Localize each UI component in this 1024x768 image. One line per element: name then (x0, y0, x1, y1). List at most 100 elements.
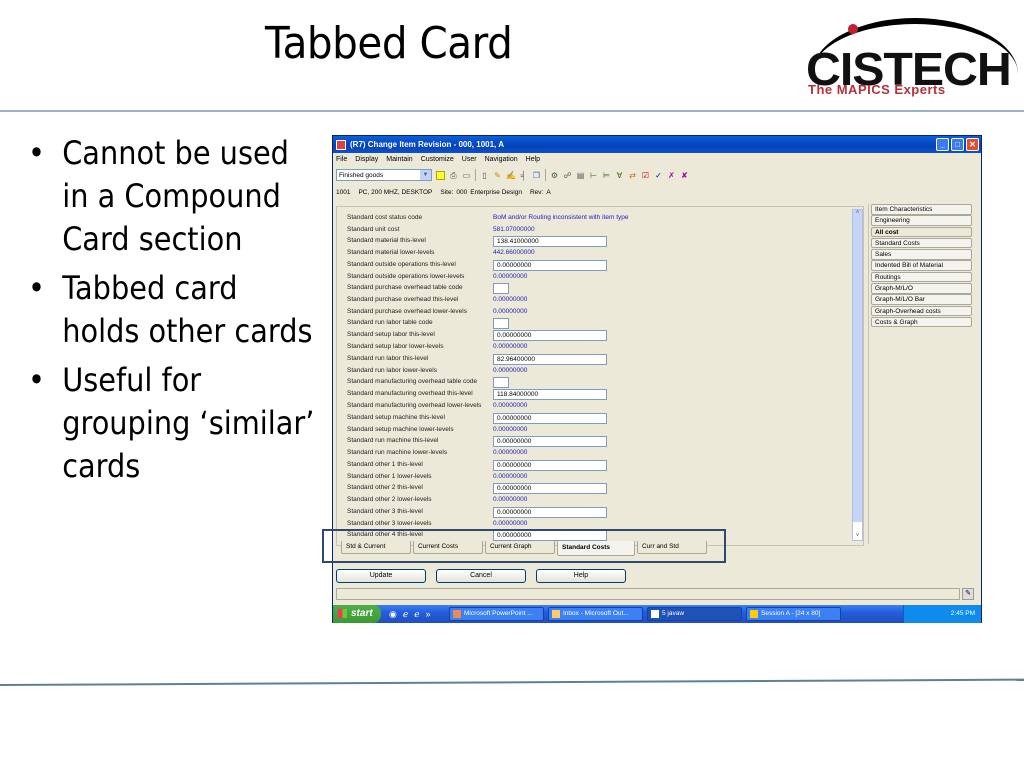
field-value: 0.00000000 (493, 472, 528, 480)
menu-navigation[interactable]: Navigation (485, 156, 518, 163)
slide-title: Tabbed Card (265, 18, 513, 69)
cost-input[interactable]: 118.84000000 (493, 389, 607, 400)
side-tab[interactable]: Routings (871, 271, 972, 283)
side-tab[interactable]: Sales (871, 249, 972, 260)
bullet-item: Useful for grouping ‘similar’ cards (28, 359, 316, 488)
field-label: Standard setup machine this-level (347, 413, 445, 421)
table-code-input[interactable] (493, 377, 509, 388)
field-value: 0.00000000 (493, 519, 528, 527)
maximize-button[interactable]: □ (951, 138, 964, 151)
task-outlook[interactable]: Inbox - Microsoft Out... (548, 607, 643, 621)
form-row: Standard other 2 lower-levels 0.00000000 (347, 495, 847, 507)
terminal-icon (750, 610, 758, 618)
edit-list-icon[interactable]: ✍ (506, 171, 516, 180)
field-label: Standard material this-level (347, 237, 426, 244)
cost-input[interactable]: 0.00000000 (493, 436, 607, 447)
routing-icon[interactable]: ⇄ (628, 171, 637, 180)
form-row: Standard cost status code BoM and/or Rout… (347, 213, 847, 225)
field-value: 0.00000000 (493, 307, 528, 315)
side-tab[interactable]: Graph-M/L/O (871, 283, 972, 294)
cost-input[interactable]: 0.00000000 (493, 412, 607, 424)
side-tab[interactable]: All cost (871, 226, 972, 238)
field-label: Standard run labor table code (347, 319, 433, 326)
cost-input[interactable]: 0.00000000 (493, 459, 607, 471)
menu-maintain[interactable]: Maintain (386, 156, 412, 163)
copy-icon[interactable]: ❐ (532, 171, 541, 180)
field-value: 0.00000000 (493, 366, 528, 374)
close-button[interactable]: ✕ (966, 138, 979, 151)
tools-icon[interactable]: ╡ (519, 171, 528, 180)
field-label: Standard material lower-levels (347, 249, 435, 256)
side-tab[interactable]: Standard Costs (871, 237, 972, 249)
structure-icon[interactable]: ▤ (576, 171, 585, 180)
note-icon[interactable] (436, 170, 445, 180)
query-icon[interactable]: ⚙ (550, 171, 559, 180)
menu-help[interactable]: Help (526, 156, 540, 163)
start-button[interactable]: start (333, 605, 381, 623)
field-label: Standard other 2 lower-levels (347, 496, 432, 503)
browser-icon[interactable]: ℯ (414, 609, 419, 620)
menu-user[interactable]: User (462, 156, 477, 163)
tree2-icon[interactable]: ⊨ (602, 171, 611, 180)
cost-input[interactable]: 0.00000000 (493, 506, 607, 518)
field-label: Standard purchase overhead table code (347, 284, 463, 291)
cost-input[interactable]: 0.00000000 (493, 483, 607, 494)
new-icon[interactable]: ▯ (480, 171, 489, 180)
check1-icon[interactable]: ☑ (641, 171, 650, 180)
form-row: Standard outside operations lower-levels… (347, 272, 847, 284)
field-label: Standard setup labor lower-levels (347, 343, 444, 350)
bullet-item: Cannot be used in a Compound Card sectio… (28, 132, 316, 261)
vertical-scrollbar[interactable]: ˄ ˅ (852, 209, 863, 541)
chevron-right-icon[interactable]: » (426, 609, 431, 620)
task-javaw[interactable]: 5 javaw (647, 607, 742, 621)
field-value: 0.00000000 (493, 402, 528, 409)
side-tab[interactable]: Indented Bill of Material (871, 260, 972, 271)
tree-icon[interactable]: ⊢ (589, 171, 598, 180)
side-tab[interactable]: Graph-Overhead costs (871, 305, 972, 317)
scroll-down-icon[interactable]: ˅ (853, 522, 862, 540)
help-button[interactable]: Help (536, 569, 626, 583)
edit-status-icon[interactable]: ✎ (962, 588, 974, 600)
side-tab[interactable]: Costs & Graph (871, 316, 972, 328)
side-tab[interactable]: Item Characteristics (871, 204, 972, 215)
side-tab[interactable]: Engineering (871, 215, 972, 226)
cost-input[interactable]: 82.96400000 (493, 353, 607, 365)
item-type-select[interactable]: Finished goods ▼ (336, 169, 432, 181)
check3-icon[interactable]: ✗ (667, 171, 676, 180)
side-tab[interactable]: Graph-M/L/O Bar (871, 294, 972, 305)
task-session[interactable]: Session A - [24 x 80] (746, 607, 841, 621)
chevron-down-icon[interactable]: ▼ (420, 170, 431, 180)
table-code-input[interactable] (493, 283, 509, 294)
field-value: 0.00000000 (493, 343, 528, 350)
field-label: Standard manufacturing overhead table co… (347, 378, 478, 385)
field-value: 0.00000000 (493, 272, 528, 280)
app-icon (336, 139, 346, 150)
menu-display[interactable]: Display (355, 156, 378, 163)
edit-icon[interactable]: ✎ (493, 171, 502, 180)
link-icon[interactable]: ☍ (563, 171, 572, 180)
cost-input[interactable]: 0.00000000 (493, 330, 607, 341)
update-button[interactable]: Update (336, 569, 426, 583)
check2-icon[interactable]: ✓ (654, 171, 663, 180)
where-used-icon[interactable]: ∀ (615, 171, 624, 180)
table-code-input[interactable] (493, 318, 509, 329)
minimize-button[interactable]: _ (936, 138, 949, 151)
form-row: Standard manufacturing overhead table co… (347, 377, 847, 389)
field-label: Standard setup machine lower-levels (347, 425, 454, 433)
print-icon[interactable]: ▭ (462, 171, 471, 180)
print-preview-icon[interactable]: ⎙ (449, 171, 458, 180)
menu-file[interactable]: File (336, 156, 347, 163)
ie-icon[interactable]: ℯ (403, 609, 408, 620)
form-row: Standard material lower-levels 442.660000… (347, 248, 847, 260)
check4-icon[interactable]: ✘ (680, 171, 689, 180)
cancel-button[interactable]: Cancel (436, 569, 526, 583)
cost-input[interactable]: 138.41000000 (493, 236, 607, 247)
window-titlebar[interactable]: (R7) Change Item Revision - 000, 1001, A… (333, 136, 981, 153)
field-value: 0.00000000 (493, 296, 528, 303)
task-powerpoint[interactable]: Microsoft PowerPoint ... (449, 607, 544, 621)
field-label: Standard other 1 lower-levels (347, 472, 432, 480)
cost-input[interactable]: 0.00000000 (493, 259, 607, 271)
scroll-up-icon[interactable]: ˄ (853, 210, 862, 220)
desktop-icon[interactable]: ◉ (389, 609, 397, 620)
menu-customize[interactable]: Customize (421, 156, 454, 163)
